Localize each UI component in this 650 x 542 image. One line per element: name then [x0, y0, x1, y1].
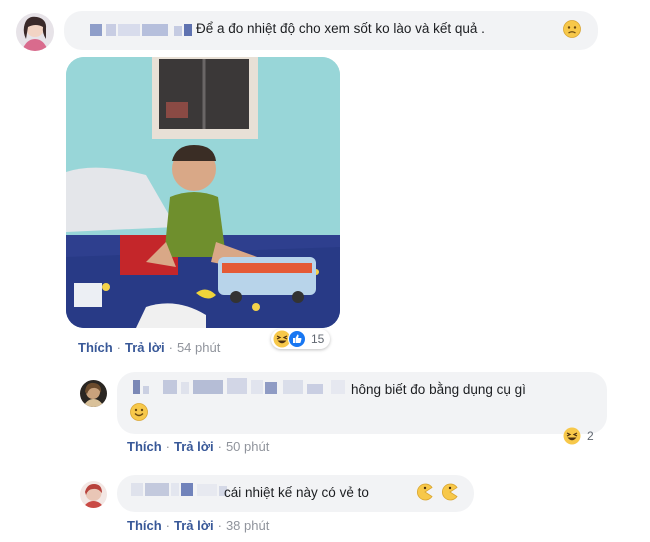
like-reaction-icon: [288, 330, 306, 348]
blurred-author-name-3[interactable]: [127, 480, 229, 500]
reply-link[interactable]: Trả lời: [174, 439, 214, 454]
like-link[interactable]: Thích: [127, 439, 162, 454]
blurred-author-name-1[interactable]: [78, 20, 196, 40]
haha-reaction-icon: [563, 427, 581, 445]
like-link[interactable]: Thích: [78, 340, 113, 355]
attached-photo[interactable]: [66, 57, 340, 328]
comment-text-3: cái nhiệt kế này có vẻ to: [224, 485, 369, 500]
comment-text-2: hông biết đo bằng dụng cụ gì: [351, 382, 526, 397]
reaction-summary-2[interactable]: 2: [561, 426, 600, 446]
comment-actions-3: Thích · Trả lời · 38 phút: [127, 518, 270, 533]
pacman-emoji-icon: [441, 483, 459, 501]
avatar-commenter-3[interactable]: [80, 481, 107, 508]
comment-text-1: Để a đo nhiệt độ cho xem sốt ko lào và k…: [196, 21, 485, 36]
comment-timestamp[interactable]: 38 phút: [226, 518, 269, 533]
reaction-count-2: 2: [587, 429, 594, 443]
reaction-summary-1[interactable]: 15: [271, 329, 331, 349]
blurred-author-name-2[interactable]: [127, 376, 351, 398]
comment-actions-2: Thích · Trả lời · 50 phút: [127, 439, 270, 454]
like-link[interactable]: Thích: [127, 518, 162, 533]
comment-actions-1: Thích · Trả lời · 54 phút: [78, 340, 221, 355]
comment-timestamp[interactable]: 54 phút: [177, 340, 220, 355]
comment-timestamp[interactable]: 50 phút: [226, 439, 269, 454]
pacman-emoji-icon: [416, 483, 434, 501]
reply-link[interactable]: Trả lời: [125, 340, 165, 355]
avatar-commenter-2[interactable]: [80, 380, 107, 407]
reply-link[interactable]: Trả lời: [174, 518, 214, 533]
sad-emoji-icon: [563, 20, 581, 38]
reaction-count-1: 15: [311, 332, 325, 346]
avatar-commenter-1[interactable]: [16, 13, 54, 51]
smile-emoji-icon: [130, 403, 148, 421]
